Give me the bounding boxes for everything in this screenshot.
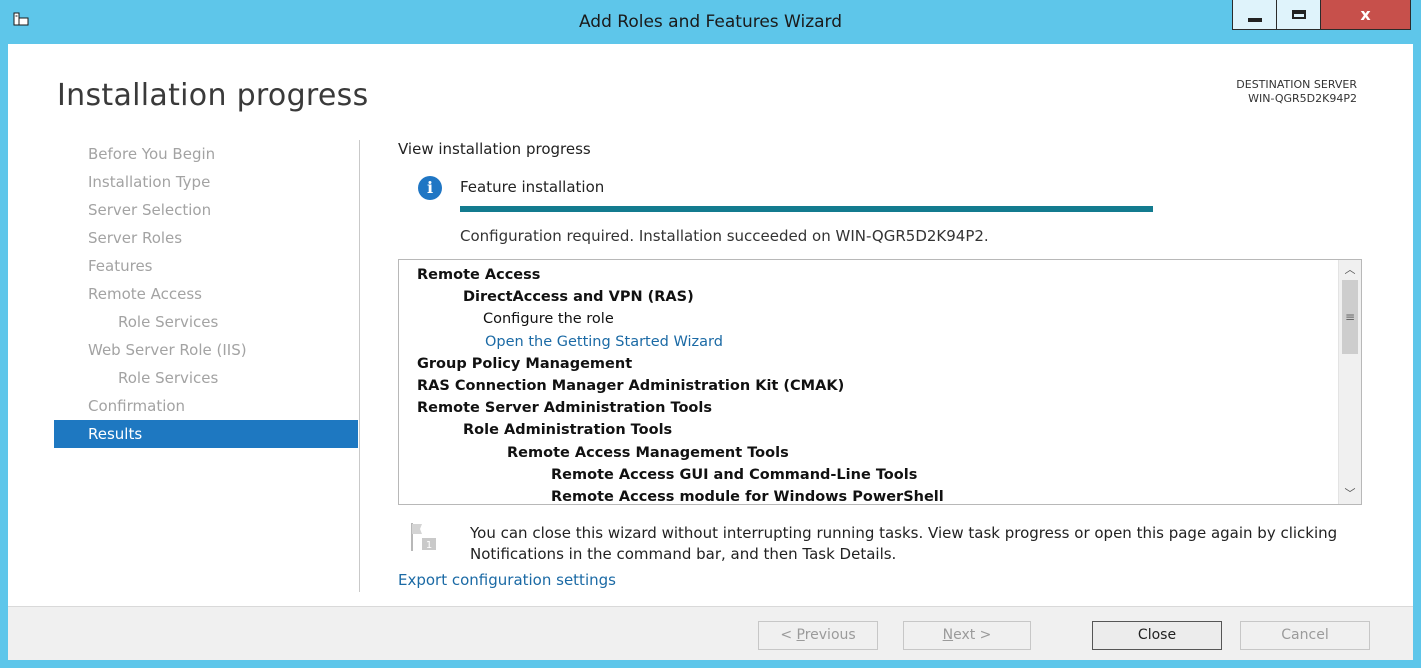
scrollbar-thumb[interactable]: ≡	[1342, 280, 1358, 354]
previous-button[interactable]: < Previous	[758, 621, 878, 650]
destination-label: DESTINATION SERVER	[1236, 78, 1357, 91]
result-item: Remote Access module for Windows PowerSh…	[551, 488, 944, 505]
result-link[interactable]: Open the Getting Started Wizard	[417, 331, 1337, 353]
title-bar[interactable]: Add Roles and Features Wizard x	[0, 0, 1421, 44]
result-item: RAS Connection Manager Administration Ki…	[417, 377, 845, 394]
minimize-button[interactable]	[1232, 0, 1277, 30]
section-heading: View installation progress	[398, 140, 591, 158]
wizard-step-item[interactable]: Server Roles	[54, 224, 358, 252]
destination-server-name: WIN-QGR5D2K94P2	[1248, 92, 1357, 105]
wizard-step-item[interactable]: Server Selection	[54, 196, 358, 224]
result-item: Remote Access Management Tools	[507, 444, 789, 461]
feature-installation-label: Feature installation	[460, 178, 605, 196]
installation-progress-bar	[460, 206, 1153, 212]
wizard-step-item[interactable]: Web Server Role (IIS)	[54, 336, 358, 364]
wizard-step-item[interactable]: Installation Type	[54, 168, 358, 196]
notification-count: 1	[426, 540, 432, 551]
result-item: Configure the role	[483, 311, 614, 328]
scroll-down-arrow-icon[interactable]: ﹀	[1339, 484, 1361, 504]
destination-server-info: DESTINATION SERVER WIN-QGR5D2K94P2	[1236, 78, 1357, 106]
maximize-button[interactable]	[1276, 0, 1321, 30]
wizard-step-item[interactable]: Role Services	[54, 364, 358, 392]
result-item: Remote Server Administration Tools	[417, 400, 712, 417]
scroll-up-arrow-icon[interactable]: ︿	[1339, 260, 1361, 280]
notification-flag-icon: 1	[411, 523, 436, 551]
maximize-icon	[1291, 10, 1306, 19]
nav-divider	[359, 140, 360, 592]
close-icon: x	[1360, 5, 1371, 24]
wizard-window: Add Roles and Features Wizard x Installa…	[0, 0, 1421, 668]
result-item: DirectAccess and VPN (RAS)	[463, 289, 694, 306]
page-title: Installation progress	[57, 78, 369, 113]
result-item: Group Policy Management	[417, 355, 633, 372]
wizard-step-item[interactable]: Confirmation	[54, 392, 358, 420]
result-item: Remote Access GUI and Command-Line Tools	[551, 466, 918, 483]
minimize-icon	[1247, 17, 1262, 22]
installation-status-text: Configuration required. Installation suc…	[460, 227, 989, 245]
wizard-step-item[interactable]: Role Services	[54, 308, 358, 336]
results-list: Remote Access DirectAccess and VPN (RAS) C…	[417, 264, 1337, 505]
wizard-step-item[interactable]: Features	[54, 252, 358, 280]
progress-bar-fill	[460, 206, 1153, 212]
wizard-client-area: Installation progress DESTINATION SERVER…	[8, 44, 1413, 660]
result-item: Remote Access	[417, 267, 541, 283]
result-item: Role Administration Tools	[463, 422, 673, 439]
wizard-step-item[interactable]: Before You Begin	[54, 140, 358, 168]
export-configuration-link[interactable]: Export configuration settings	[398, 571, 616, 589]
cancel-button[interactable]: Cancel	[1240, 621, 1370, 650]
window-close-button[interactable]: x	[1320, 0, 1411, 30]
close-button[interactable]: Close	[1092, 621, 1222, 650]
wizard-step-item[interactable]: Remote Access	[54, 280, 358, 308]
next-button[interactable]: Next >	[903, 621, 1031, 650]
wizard-steps-nav: Before You Begin Installation Type Server …	[54, 140, 358, 448]
window-title: Add Roles and Features Wizard	[578, 12, 843, 32]
results-scrollbar[interactable]: ︿ ≡ ﹀	[1338, 260, 1361, 504]
info-icon: i	[418, 176, 442, 200]
results-list-box[interactable]: Remote Access DirectAccess and VPN (RAS) C…	[398, 259, 1362, 505]
wizard-step-item[interactable]: Results	[54, 420, 358, 448]
wizard-footer: < Previous Next > Close Cancel	[8, 606, 1413, 660]
close-wizard-note: You can close this wizard without interr…	[470, 524, 1338, 563]
